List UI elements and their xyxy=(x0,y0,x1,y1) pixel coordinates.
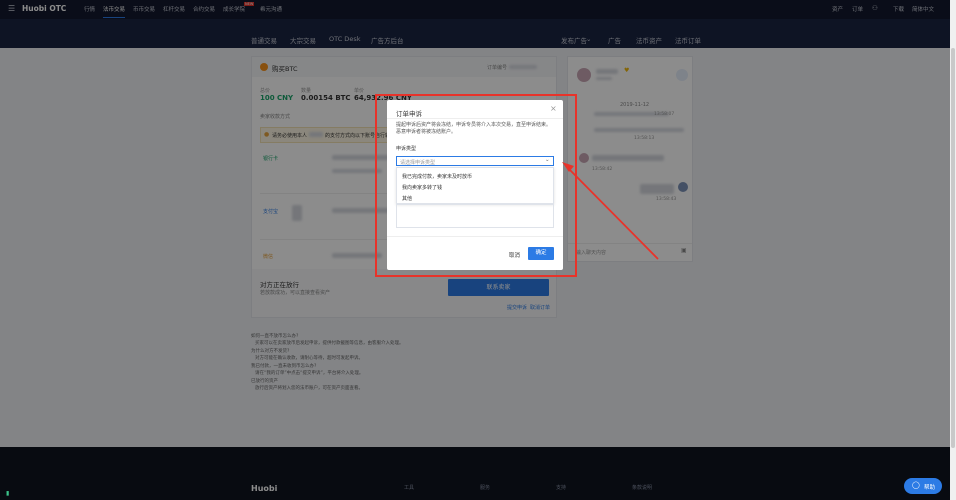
chat-bubble-icon: ◯ xyxy=(912,481,920,489)
scrollbar-thumb[interactable] xyxy=(951,48,955,448)
signal-icon: ▮ xyxy=(6,490,10,497)
support-chat-button[interactable]: ◯ 帮助 xyxy=(904,478,942,494)
highlight-box xyxy=(375,94,577,277)
support-label: 帮助 xyxy=(924,485,936,491)
